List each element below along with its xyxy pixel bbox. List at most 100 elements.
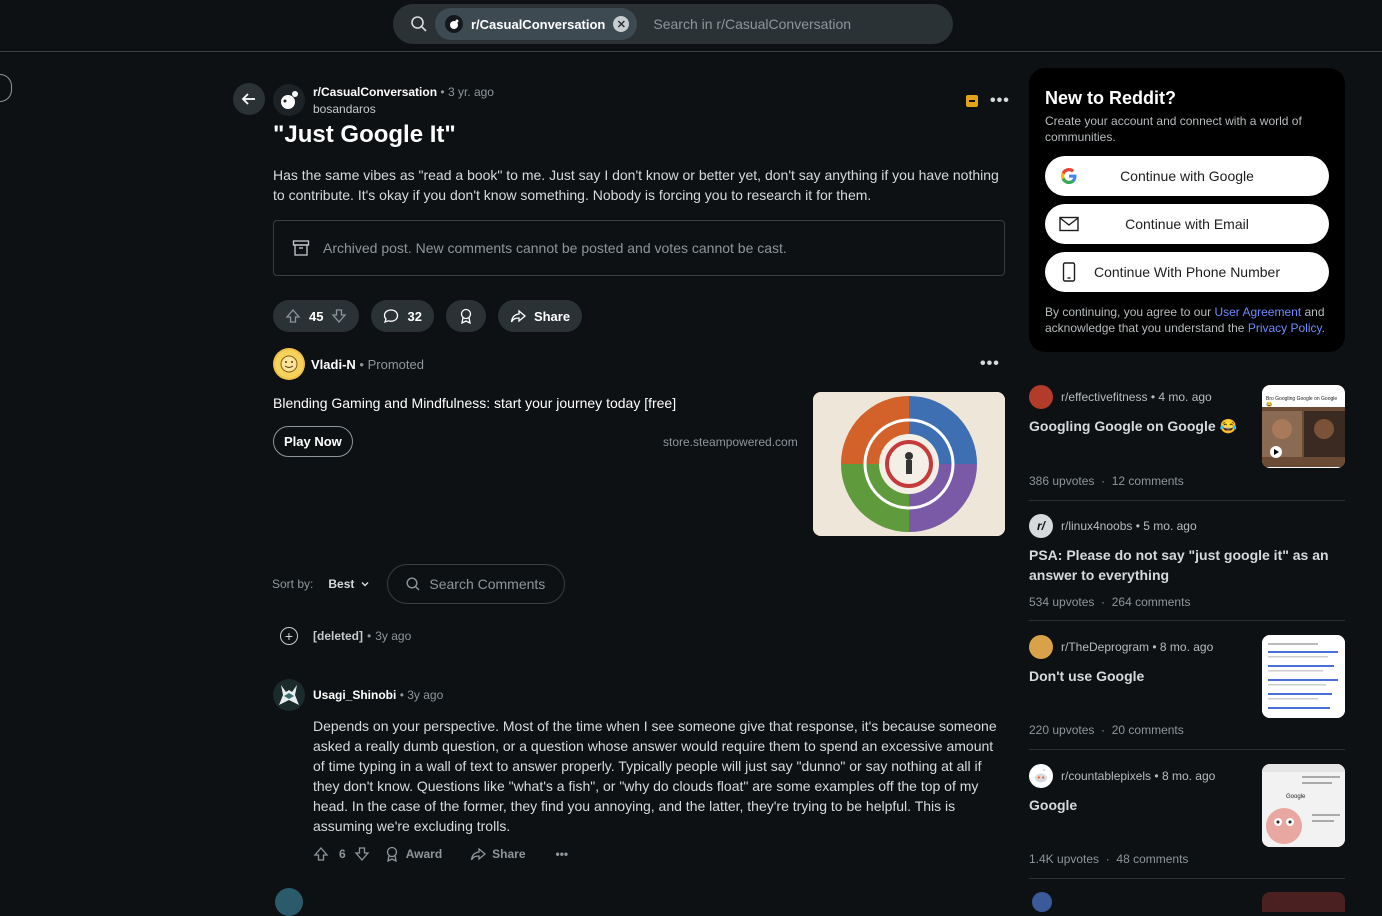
signup-title: New to Reddit? bbox=[1045, 88, 1176, 108]
related-title[interactable]: PSA: Please do not say "just google it" … bbox=[1029, 545, 1329, 585]
related-subreddit[interactable]: r/effectivefitness bbox=[1061, 390, 1147, 404]
meta-separator: • bbox=[1151, 769, 1162, 783]
legal-text: By continuing, you agree to our bbox=[1045, 305, 1215, 319]
promo-image[interactable] bbox=[813, 392, 1005, 536]
share-button[interactable]: Share bbox=[470, 846, 526, 862]
search-icon bbox=[411, 16, 427, 32]
user-agreement-link[interactable]: User Agreement bbox=[1214, 305, 1301, 319]
meta-separator: • bbox=[359, 357, 368, 372]
comment-author[interactable]: Usagi_Shinobi bbox=[313, 688, 396, 702]
share-label: Share bbox=[492, 847, 526, 861]
award-icon bbox=[386, 846, 397, 862]
related-post[interactable]: r/countablepixels • 8 mo. ago Google 1.4… bbox=[1029, 763, 1345, 866]
divider bbox=[1029, 878, 1345, 879]
post-header-icons: ••• bbox=[966, 92, 1010, 110]
search-input[interactable]: Search in r/CasualConversation bbox=[653, 16, 851, 32]
legal-text: . bbox=[1321, 321, 1325, 335]
sun-face-icon bbox=[275, 350, 303, 378]
signup-legal: By continuing, you agree to our User Agr… bbox=[1045, 304, 1335, 336]
chevron-down-icon[interactable] bbox=[359, 578, 371, 590]
reddit-snoo-icon bbox=[1029, 764, 1053, 788]
comments-button[interactable]: 32 bbox=[371, 300, 434, 332]
next-commenter-avatar[interactable] bbox=[275, 888, 303, 916]
comment-age: 3y ago bbox=[375, 629, 412, 643]
meta-separator: • bbox=[1149, 640, 1160, 654]
related-subreddit[interactable]: r/linux4noobs bbox=[1061, 519, 1132, 533]
related-subreddit[interactable]: r/TheDeprogram bbox=[1061, 640, 1149, 654]
related-age: 8 mo. ago bbox=[1161, 769, 1216, 783]
play-now-button[interactable]: Play Now bbox=[273, 426, 353, 457]
related-title[interactable]: Don't use Google bbox=[1029, 666, 1144, 686]
search-comments-placeholder: Search Comments bbox=[429, 576, 546, 592]
related-subreddit-avatar[interactable] bbox=[1032, 892, 1052, 912]
meta-separator: • bbox=[440, 85, 448, 99]
award-button[interactable] bbox=[445, 300, 486, 332]
subreddit-avatar[interactable] bbox=[273, 84, 305, 116]
search-comments-input[interactable]: Search Comments bbox=[387, 564, 566, 604]
related-thumbnail[interactable]: Google bbox=[1262, 764, 1345, 847]
advertiser-avatar[interactable] bbox=[273, 348, 305, 380]
comment-icon bbox=[384, 309, 399, 324]
related-title[interactable]: Googling Google on Google 😂 bbox=[1029, 416, 1237, 436]
related-post-header: r/TheDeprogram • 8 mo. ago bbox=[1029, 635, 1213, 659]
meta-separator: • bbox=[367, 629, 372, 643]
email-button-label: Continue with Email bbox=[1125, 216, 1249, 232]
related-post[interactable]: r/effectivefitness • 4 mo. ago Googling … bbox=[1029, 384, 1345, 488]
comment-meta: Usagi_Shinobi • 3y ago bbox=[313, 688, 443, 702]
continue-with-email-button[interactable]: Continue with Email bbox=[1045, 204, 1329, 244]
related-thumbnail[interactable] bbox=[1262, 892, 1345, 912]
divider bbox=[1029, 620, 1345, 621]
promo-headline[interactable]: Blending Gaming and Mindfulness: start y… bbox=[273, 395, 676, 411]
related-thumbnail[interactable]: Bro Googling Google on Google 😂 bbox=[1262, 385, 1345, 468]
related-stats: 220 upvotes · 20 comments bbox=[1029, 723, 1184, 737]
stat-separator: · bbox=[1101, 474, 1106, 488]
related-title[interactable]: Google bbox=[1029, 795, 1077, 815]
downvote-icon[interactable] bbox=[354, 846, 370, 862]
related-stats: 386 upvotes · 12 comments bbox=[1029, 474, 1184, 488]
share-label: Share bbox=[533, 308, 571, 324]
arrow-left-icon bbox=[241, 93, 255, 105]
search-bar[interactable]: r/CasualConversation ✕ Search in r/Casua… bbox=[393, 4, 953, 44]
post-author[interactable]: bosandaros bbox=[313, 102, 494, 116]
subreddit-logo-icon bbox=[281, 91, 298, 109]
subreddit-filter-label: r/CasualConversation bbox=[471, 16, 606, 32]
comment-overflow-menu-icon[interactable]: ••• bbox=[556, 847, 569, 861]
archive-box-icon bbox=[292, 240, 310, 256]
upvote-icon[interactable] bbox=[313, 846, 329, 862]
subreddit-link[interactable]: r/CasualConversation bbox=[313, 85, 437, 99]
archived-notice: Archived post. New comments cannot be po… bbox=[273, 220, 1005, 276]
related-post[interactable]: r/ r/linux4noobs • 5 mo. ago PSA: Please… bbox=[1029, 514, 1345, 614]
share-button[interactable]: Share bbox=[497, 300, 583, 332]
related-thumbnail[interactable] bbox=[1262, 635, 1345, 718]
subreddit-filter-chip[interactable]: r/CasualConversation ✕ bbox=[435, 8, 638, 40]
promo-overflow-menu-icon[interactable]: ••• bbox=[980, 355, 1000, 373]
archive-icon bbox=[966, 95, 978, 107]
sort-dropdown[interactable]: Best bbox=[328, 577, 354, 591]
continue-with-phone-button[interactable]: Continue With Phone Number bbox=[1045, 252, 1329, 292]
commenter-avatar[interactable] bbox=[273, 679, 305, 711]
subreddit-avatar-icon bbox=[1029, 385, 1053, 409]
related-subreddit[interactable]: r/countablepixels bbox=[1061, 769, 1151, 783]
collapsed-comment: + [deleted] • 3y ago bbox=[280, 627, 411, 645]
related-upvotes: 534 upvotes bbox=[1029, 595, 1095, 609]
share-icon bbox=[471, 847, 487, 861]
continue-with-google-button[interactable]: Continue with Google bbox=[1045, 156, 1329, 196]
overflow-menu-icon[interactable]: ••• bbox=[990, 92, 1010, 110]
related-upvotes: 220 upvotes bbox=[1029, 723, 1095, 737]
advertiser-name[interactable]: Vladi-N bbox=[311, 357, 356, 372]
sort-label: Sort by: bbox=[272, 577, 314, 591]
promo-domain[interactable]: store.steampowered.com bbox=[663, 435, 798, 449]
back-button[interactable] bbox=[233, 83, 265, 115]
award-label: Award bbox=[405, 847, 443, 861]
upvote-icon[interactable] bbox=[285, 308, 301, 324]
meta-separator: • bbox=[1132, 519, 1144, 533]
clear-filter-icon[interactable]: ✕ bbox=[613, 16, 630, 32]
downvote-icon[interactable] bbox=[331, 308, 347, 324]
vote-control: 45 bbox=[273, 300, 360, 332]
divider bbox=[1029, 749, 1345, 750]
award-button[interactable]: Award bbox=[384, 846, 442, 862]
privacy-policy-link[interactable]: Privacy Policy bbox=[1248, 321, 1322, 335]
sidebar-toggle-button[interactable] bbox=[0, 74, 12, 102]
expand-comment-icon[interactable]: + bbox=[280, 627, 298, 645]
related-post[interactable]: r/TheDeprogram • 8 mo. ago Don't use Goo… bbox=[1029, 634, 1345, 737]
